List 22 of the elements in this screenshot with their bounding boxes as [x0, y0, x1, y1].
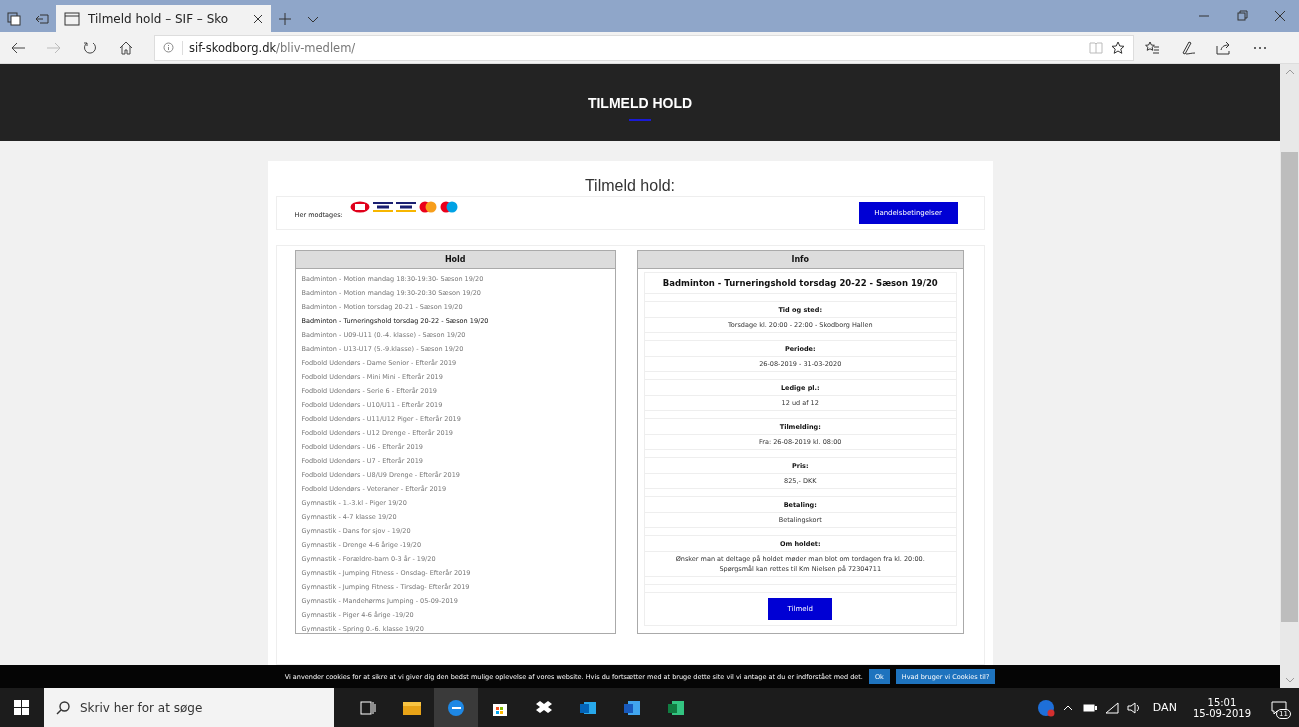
taskbar-search-field[interactable]: Skriv her for at søge: [44, 688, 334, 727]
notification-icon[interactable]: [1271, 700, 1287, 715]
panel-heading: Hold: [295, 250, 615, 269]
clock[interactable]: 15:01 15-09-2019: [1192, 696, 1251, 719]
close-icon[interactable]: [253, 13, 263, 24]
page-title: TILMELD HOLD: [587, 93, 693, 111]
info-icon[interactable]: [163, 42, 174, 53]
card-logo-icon: [395, 201, 416, 213]
address-field[interactable]: sif-skodborg.dk/bliv-medlem/: [154, 34, 1134, 61]
star-icon[interactable]: [1111, 40, 1125, 55]
card-logo-icon: [439, 201, 458, 213]
card-logo-icon: [418, 201, 437, 213]
search-icon: [56, 700, 70, 715]
form-title: Tilmeld hold:: [583, 177, 677, 195]
card-logo-icon: [349, 201, 370, 213]
team-title: Badminton - Turneringshold torsdag 20-22 - Sæson 19/20: [645, 273, 956, 294]
panel-heading: Info: [638, 250, 963, 269]
language-indicator[interactable]: DAN: [1152, 701, 1177, 714]
card-logo-icon: [372, 201, 393, 213]
page-icon: [64, 11, 80, 26]
browser-tab[interactable]: Tilmeld hold – SIF – Sko: [56, 5, 271, 32]
scrollbar-thumb[interactable]: [1281, 152, 1298, 622]
